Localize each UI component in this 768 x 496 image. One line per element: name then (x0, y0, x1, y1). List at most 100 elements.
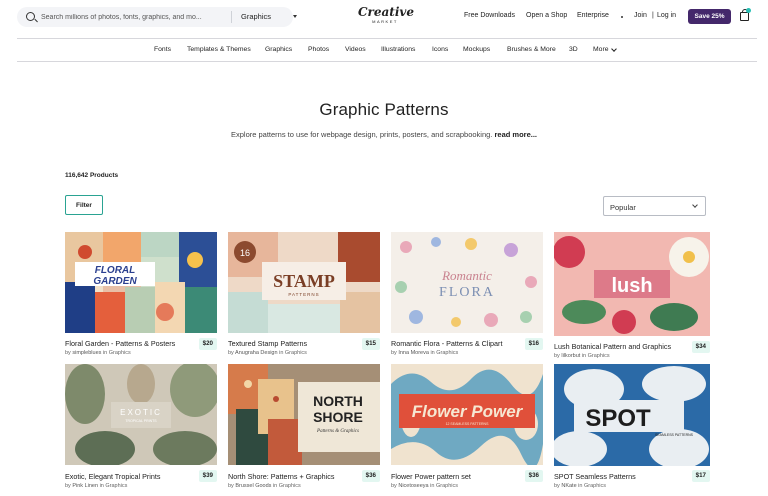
filter-button[interactable]: Filter (65, 195, 103, 215)
category-link[interactable]: Graphics (436, 350, 458, 356)
nav-top-border (17, 38, 757, 39)
author-link[interactable]: NKate (561, 483, 576, 489)
product-title[interactable]: Textured Stamp Patterns (228, 339, 307, 348)
product-title[interactable]: North Shore: Patterns + Graphics (228, 472, 334, 481)
category-link[interactable]: Graphics (109, 350, 131, 356)
author-link[interactable]: Anugraha Design (235, 350, 278, 356)
nav-photos[interactable]: Photos (308, 46, 329, 53)
nav-illustrations[interactable]: Illustrations (381, 46, 415, 53)
flower-power-artwork: Flower Power 12 SEAMLESS PATTERNS (391, 364, 543, 465)
nav-graphics[interactable]: Graphics (265, 46, 292, 53)
nav-mockups[interactable]: Mockups (463, 46, 490, 53)
chevron-down-icon[interactable] (611, 46, 617, 52)
exotic-tropical-artwork: EXOTIC TROPICAL PRINTS (65, 364, 217, 465)
nav-more[interactable]: More (593, 46, 609, 53)
nav-videos[interactable]: Videos (345, 46, 366, 53)
product-title[interactable]: Flower Power pattern set (391, 472, 471, 481)
product-thumbnail[interactable]: Romantic FLORA (391, 232, 543, 333)
author-link[interactable]: lilkorbut (561, 353, 580, 359)
cart-badge (746, 8, 751, 13)
product-byline: by Inna Moreva in Graphics (391, 350, 459, 356)
category-select[interactable]: Graphics (241, 12, 271, 21)
product-byline: by simpleblues in Graphics (65, 350, 131, 356)
svg-text:FLORA: FLORA (439, 285, 495, 300)
author-link[interactable]: simpleblues (72, 350, 101, 356)
author-link[interactable]: Brussel Goods (235, 483, 271, 489)
page-description: Explore patterns to use for webpage desi… (230, 130, 538, 139)
author-link[interactable]: Inna Moreva (398, 350, 429, 356)
product-thumbnail[interactable]: lush (554, 232, 710, 336)
svg-text:Patterns & Graphics: Patterns & Graphics (316, 429, 359, 434)
price-badge: $39 (198, 470, 217, 482)
product-title[interactable]: Floral Garden - Patterns & Posters (65, 339, 175, 348)
link-separator: | (652, 12, 654, 19)
svg-text:lush: lush (611, 275, 652, 297)
product-byline: by Nicetoseeya in Graphics (391, 483, 458, 489)
spot-patterns-artwork: SPOT SEAMLESS PATTERNS (554, 364, 710, 466)
lush-botanical-artwork: lush (554, 232, 710, 336)
search-divider (231, 11, 232, 23)
nav-fonts[interactable]: Fonts (154, 46, 171, 53)
sort-value: Popular (610, 203, 636, 212)
cart-icon[interactable] (740, 9, 749, 21)
product-thumbnail[interactable]: FLORAL GARDEN (65, 232, 217, 333)
svg-text:SEAMLESS PATTERNS: SEAMLESS PATTERNS (655, 433, 694, 437)
page-title: Graphic Patterns (319, 100, 449, 119)
category-link[interactable]: Graphics (105, 483, 127, 489)
price-badge: $15 (361, 338, 380, 350)
svg-text:SPOT: SPOT (585, 405, 651, 432)
svg-text:TROPICAL PRINTS: TROPICAL PRINTS (125, 419, 157, 423)
product-thumbnail[interactable]: EXOTIC TROPICAL PRINTS (65, 364, 217, 465)
price-badge: $34 (691, 341, 710, 353)
separator-dot (621, 16, 623, 18)
product-title[interactable]: Exotic, Elegant Tropical Prints (65, 472, 160, 481)
svg-text:NORTH: NORTH (313, 393, 363, 409)
chevron-down-icon[interactable] (293, 15, 297, 18)
sort-select[interactable]: Popular (603, 196, 706, 216)
svg-text:FLORAL: FLORAL (95, 265, 136, 276)
product-thumbnail[interactable]: 16 STAMP PATTERNS (228, 232, 380, 333)
open-a-shop-link[interactable]: Open a Shop (526, 12, 567, 19)
product-thumbnail[interactable]: SPOT SEAMLESS PATTERNS (554, 364, 710, 466)
author-link[interactable]: Nicetoseeya (398, 483, 428, 489)
free-downloads-link[interactable]: Free Downloads (464, 12, 515, 19)
chevron-down-icon (692, 202, 698, 208)
product-thumbnail[interactable]: NORTH SHORE Patterns & Graphics (228, 364, 380, 465)
svg-text:EXOTIC: EXOTIC (120, 408, 162, 417)
login-link[interactable]: Log in (657, 12, 676, 19)
join-link[interactable]: Join (634, 12, 647, 19)
read-more-link[interactable]: read more... (494, 130, 537, 139)
product-title[interactable]: Romantic Flora - Patterns & Clipart (391, 339, 502, 348)
search-icon[interactable] (26, 12, 35, 21)
svg-text:12 SEAMLESS PATTERNS: 12 SEAMLESS PATTERNS (446, 422, 490, 426)
product-title[interactable]: SPOT Seamless Patterns (554, 472, 636, 481)
product-byline: by Pink Linen in Graphics (65, 483, 128, 489)
nav-templates-themes[interactable]: Templates & Themes (187, 46, 251, 53)
product-thumbnail[interactable]: Flower Power 12 SEAMLESS PATTERNS (391, 364, 543, 465)
enterprise-link[interactable]: Enterprise (577, 12, 609, 19)
nav-3d[interactable]: 3D (569, 46, 578, 53)
floral-garden-artwork: FLORAL GARDEN (65, 232, 217, 333)
creative-market-logo[interactable]: Creative MARKET (358, 6, 414, 30)
category-link[interactable]: Graphics (588, 353, 610, 359)
nav-icons[interactable]: Icons (432, 46, 448, 53)
svg-text:Romantic: Romantic (441, 268, 492, 283)
category-link[interactable]: Graphics (285, 350, 307, 356)
nav-brushes-more[interactable]: Brushes & More (507, 46, 556, 53)
category-link[interactable]: Graphics (436, 483, 458, 489)
author-link[interactable]: Pink Linen (72, 483, 98, 489)
product-byline: by NKate in Graphics (554, 483, 606, 489)
search-input[interactable] (41, 10, 213, 24)
svg-text:GARDEN: GARDEN (93, 276, 137, 287)
save-25-button[interactable]: Save 25% (688, 9, 731, 24)
product-byline: by Brussel Goods in Graphics (228, 483, 301, 489)
product-title[interactable]: Lush Botanical Pattern and Graphics (554, 342, 671, 351)
top-bar: Graphics Creative MARKET Free Downloads … (0, 0, 768, 36)
category-link[interactable]: Graphics (279, 483, 301, 489)
search-bar: Graphics (17, 7, 297, 27)
category-link[interactable]: Graphics (584, 483, 606, 489)
svg-text:PATTERNS: PATTERNS (288, 292, 319, 297)
price-badge: $20 (198, 338, 217, 350)
price-badge: $36 (361, 470, 380, 482)
product-byline: by lilkorbut in Graphics (554, 353, 610, 359)
